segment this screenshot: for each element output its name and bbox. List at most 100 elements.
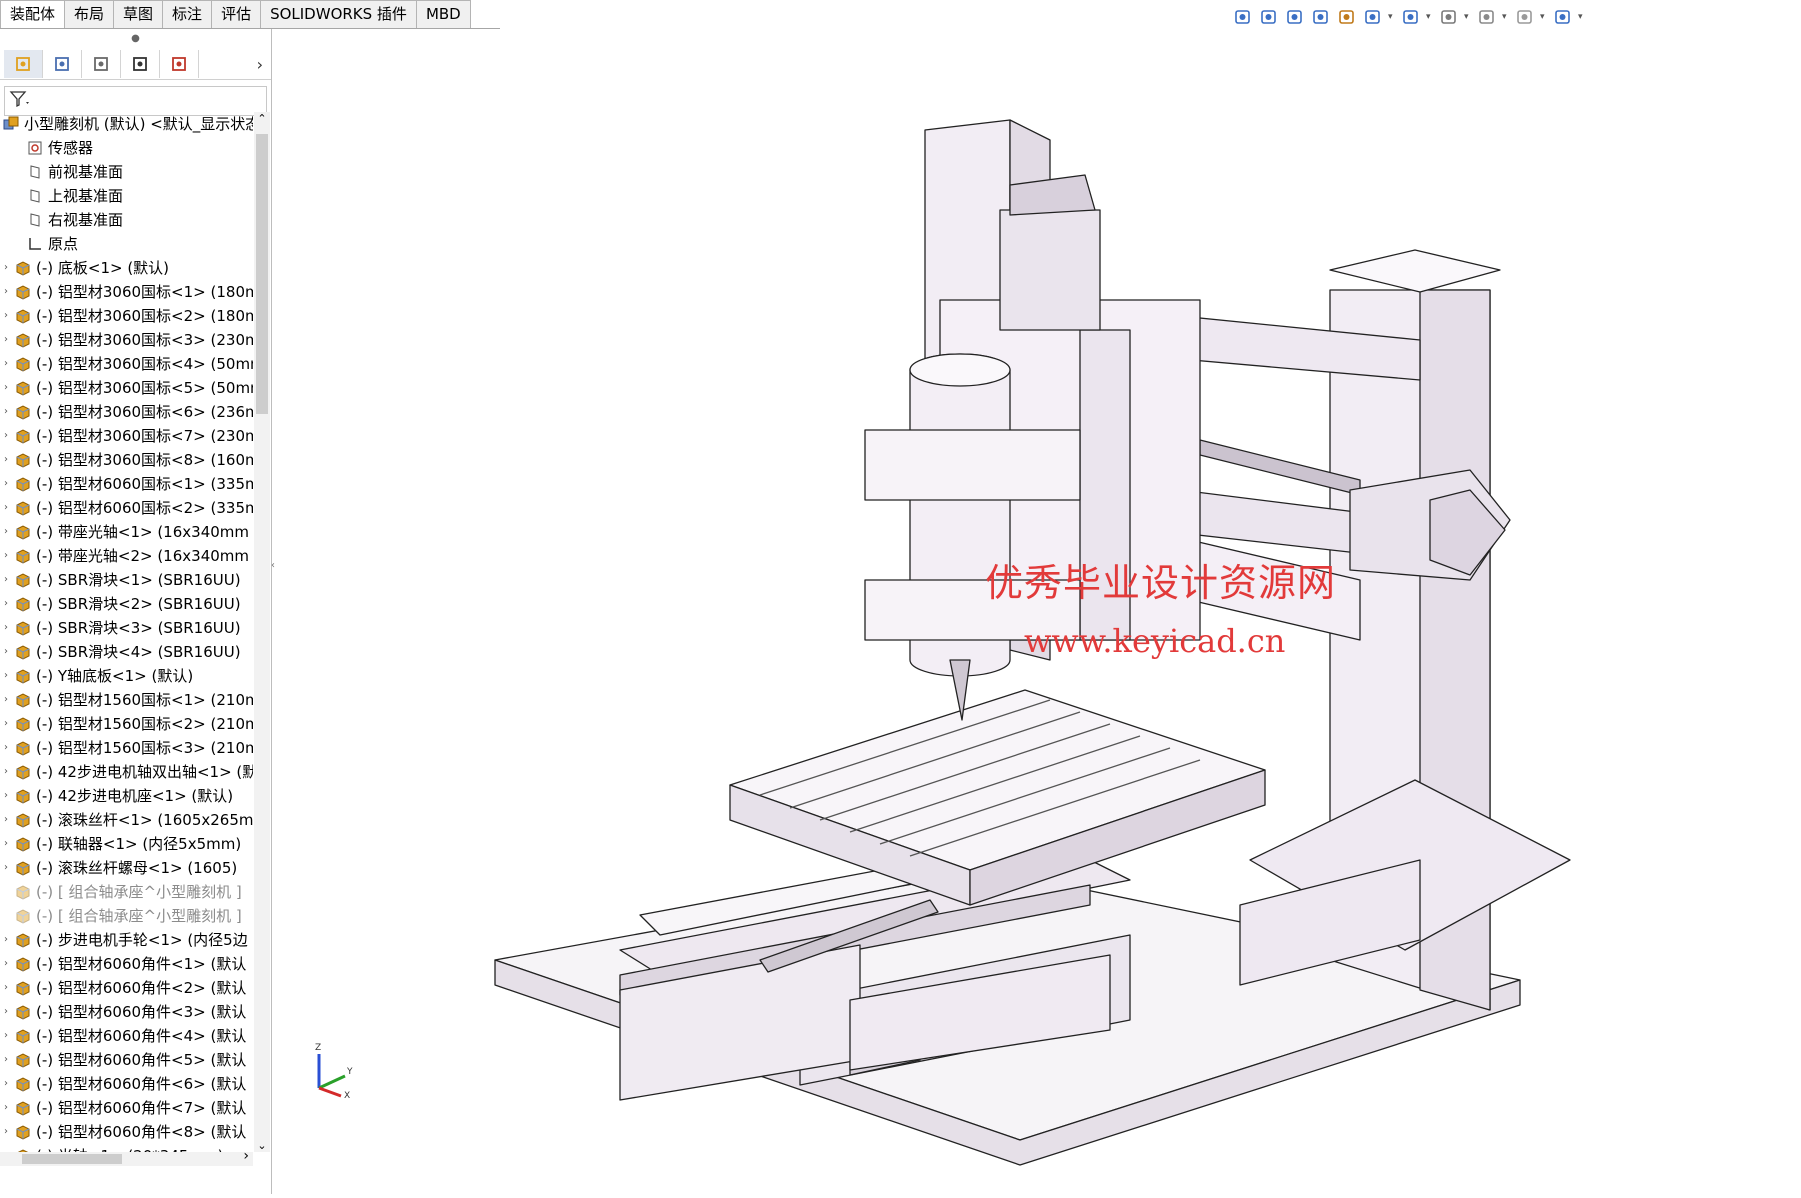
display-style-icon[interactable] — [1400, 6, 1422, 28]
expand-arrow-icon[interactable]: › — [0, 1048, 12, 1072]
panel-grip-handle[interactable]: ● — [0, 29, 271, 49]
tab-2[interactable]: 草图 — [113, 0, 164, 28]
section-view-icon[interactable] — [1310, 6, 1332, 28]
tab-1[interactable]: 布局 — [64, 0, 115, 28]
tree-item[interactable]: › (-) 铝型材1560国标<2> (210m — [0, 712, 253, 736]
tree-item[interactable]: 右视基准面 — [0, 208, 253, 232]
expand-arrow-icon[interactable]: › — [0, 1096, 12, 1120]
expand-arrow-icon[interactable]: › — [0, 304, 12, 328]
expand-arrow-icon[interactable]: › — [0, 376, 12, 400]
expand-arrow-icon[interactable]: › — [0, 1120, 12, 1144]
tree-item[interactable]: (-) [ 组合轴承座^小型雕刻机 ] — [0, 880, 253, 904]
chevron-right-icon[interactable]: › — [257, 55, 263, 74]
tree-item[interactable]: › (-) 滚珠丝杆<1> (1605x265m — [0, 808, 253, 832]
expand-arrow-icon[interactable]: › — [0, 592, 12, 616]
tree-root[interactable]: 小型雕刻机 (默认) <默认_显示状态 — [0, 112, 253, 136]
tree-item[interactable]: › (-) 铝型材3060国标<2> (180m — [0, 304, 253, 328]
zoom-area-icon[interactable] — [1258, 6, 1280, 28]
edit-appearance-icon[interactable] — [1476, 6, 1498, 28]
scroll-up-icon[interactable]: ⌃ — [254, 112, 270, 125]
hscroll-thumb[interactable] — [22, 1154, 122, 1164]
tree-item[interactable]: › (-) 底板<1> (默认) — [0, 256, 253, 280]
expand-arrow-icon[interactable]: › — [0, 256, 12, 280]
tree-item[interactable]: › (-) Y轴底板<1> (默认) — [0, 664, 253, 688]
expand-arrow-icon[interactable]: › — [0, 496, 12, 520]
previous-view-icon[interactable] — [1284, 6, 1306, 28]
scroll-right-icon[interactable]: › — [243, 1148, 249, 1164]
tree-item[interactable]: 传感器 — [0, 136, 253, 160]
featuremanager-icon[interactable] — [4, 50, 43, 78]
tree-item[interactable]: › (-) 联轴器<1> (内径5x5mm) — [0, 832, 253, 856]
tree-item[interactable]: › (-) 铝型材1560国标<3> (210m — [0, 736, 253, 760]
view-settings-icon[interactable] — [1552, 6, 1574, 28]
expand-arrow-icon[interactable]: › — [0, 856, 12, 880]
tree-item[interactable]: › (-) 铝型材6060角件<1> (默认 — [0, 952, 253, 976]
expand-arrow-icon[interactable]: › — [0, 928, 12, 952]
tree-item[interactable]: › (-) 带座光轴<2> (16x340mm — [0, 544, 253, 568]
tree-item[interactable]: 上视基准面 — [0, 184, 253, 208]
expand-arrow-icon[interactable]: › — [0, 400, 12, 424]
tree-item[interactable]: › (-) 铝型材6060角件<7> (默认 — [0, 1096, 253, 1120]
tree-item[interactable]: › (-) 步进电机手轮<1> (内径5边 — [0, 928, 253, 952]
tree-item[interactable]: › (-) 铝型材3060国标<4> (50mm — [0, 352, 253, 376]
tab-5[interactable]: SOLIDWORKS 插件 — [260, 0, 417, 28]
expand-arrow-icon[interactable]: › — [0, 616, 12, 640]
expand-arrow-icon[interactable]: › — [0, 760, 12, 784]
tree-item[interactable]: 原点 — [0, 232, 253, 256]
tree-item[interactable]: › (-) SBR滑块<3> (SBR16UU) — [0, 616, 253, 640]
tree-item[interactable]: (-) [ 组合轴承座^小型雕刻机 ] — [0, 904, 253, 928]
tree-item[interactable]: › (-) SBR滑块<1> (SBR16UU) — [0, 568, 253, 592]
expand-arrow-icon[interactable]: › — [0, 952, 12, 976]
cnc-engraver-model[interactable] — [272, 29, 1801, 1194]
apply-scene-icon[interactable] — [1514, 6, 1536, 28]
expand-arrow-icon[interactable]: › — [0, 976, 12, 1000]
expand-arrow-icon[interactable]: › — [0, 1144, 12, 1152]
tree-item[interactable]: › (-) 铝型材6060国标<1> (335m — [0, 472, 253, 496]
graphics-area[interactable]: 优秀毕业设计资源网 www.keyicad.cn — [272, 29, 1801, 1194]
expand-arrow-icon[interactable]: › — [0, 352, 12, 376]
expand-arrow-icon[interactable]: › — [0, 712, 12, 736]
tab-6[interactable]: MBD — [415, 0, 471, 28]
chevron-down-icon[interactable]: ▾ — [1426, 12, 1434, 22]
expand-arrow-icon[interactable]: › — [0, 1072, 12, 1096]
tree-item[interactable]: › (-) 带座光轴<1> (16x340mm — [0, 520, 253, 544]
hide-show-icon[interactable] — [1438, 6, 1460, 28]
dimxpert-icon[interactable] — [121, 50, 160, 78]
expand-arrow-icon[interactable]: › — [0, 1024, 12, 1048]
tree-item[interactable]: › (-) 滚珠丝杆螺母<1> (1605) — [0, 856, 253, 880]
expand-arrow-icon[interactable]: › — [0, 280, 12, 304]
scroll-down-icon[interactable]: ⌄ — [254, 1139, 270, 1152]
tree-item[interactable]: › (-) SBR滑块<4> (SBR16UU) — [0, 640, 253, 664]
expand-arrow-icon[interactable]: › — [0, 832, 12, 856]
propertymanager-icon[interactable] — [43, 50, 82, 78]
chevron-down-icon[interactable]: ▾ — [1540, 12, 1548, 22]
expand-arrow-icon[interactable]: › — [0, 808, 12, 832]
expand-arrow-icon[interactable]: › — [0, 664, 12, 688]
expand-arrow-icon[interactable]: › — [0, 448, 12, 472]
tree-item[interactable]: › (-) SBR滑块<2> (SBR16UU) — [0, 592, 253, 616]
tree-item[interactable]: › (-) 铝型材6060角件<5> (默认 — [0, 1048, 253, 1072]
tab-0[interactable]: 装配体 — [0, 0, 66, 28]
tree-item[interactable]: › (-) 铝型材6060角件<8> (默认 — [0, 1120, 253, 1144]
tree-item[interactable]: › (-) 铝型材6060角件<2> (默认 — [0, 976, 253, 1000]
expand-arrow-icon[interactable]: › — [0, 544, 12, 568]
tree-vertical-scrollbar[interactable]: ⌃ ⌄ — [254, 112, 270, 1152]
view-orientation-icon[interactable] — [1362, 6, 1384, 28]
expand-arrow-icon[interactable]: › — [0, 1000, 12, 1024]
tab-4[interactable]: 评估 — [211, 0, 262, 28]
expand-arrow-icon[interactable]: › — [0, 688, 12, 712]
expand-arrow-icon[interactable]: › — [0, 424, 12, 448]
configurationmanager-icon[interactable] — [82, 50, 121, 78]
tree-item[interactable]: › (-) 铝型材3060国标<8> (160m — [0, 448, 253, 472]
tree-item[interactable]: › (-) 42步进电机轴双出轴<1> (默 — [0, 760, 253, 784]
tree-item[interactable]: › (-) 铝型材3060国标<3> (230m — [0, 328, 253, 352]
chevron-down-icon[interactable]: ▾ — [1464, 12, 1472, 22]
tab-3[interactable]: 标注 — [162, 0, 213, 28]
dynamic-annotation-icon[interactable] — [1336, 6, 1358, 28]
tree-item[interactable]: › (-) 光轴<1> (20*345mm) — [0, 1144, 253, 1152]
tree-horizontal-scrollbar[interactable]: › — [0, 1148, 253, 1166]
tree-item[interactable]: › (-) 铝型材6060角件<6> (默认 — [0, 1072, 253, 1096]
expand-arrow-icon[interactable]: › — [0, 328, 12, 352]
chevron-down-icon[interactable]: ▾ — [1502, 12, 1510, 22]
tree-item[interactable]: › (-) 铝型材6060角件<4> (默认 — [0, 1024, 253, 1048]
